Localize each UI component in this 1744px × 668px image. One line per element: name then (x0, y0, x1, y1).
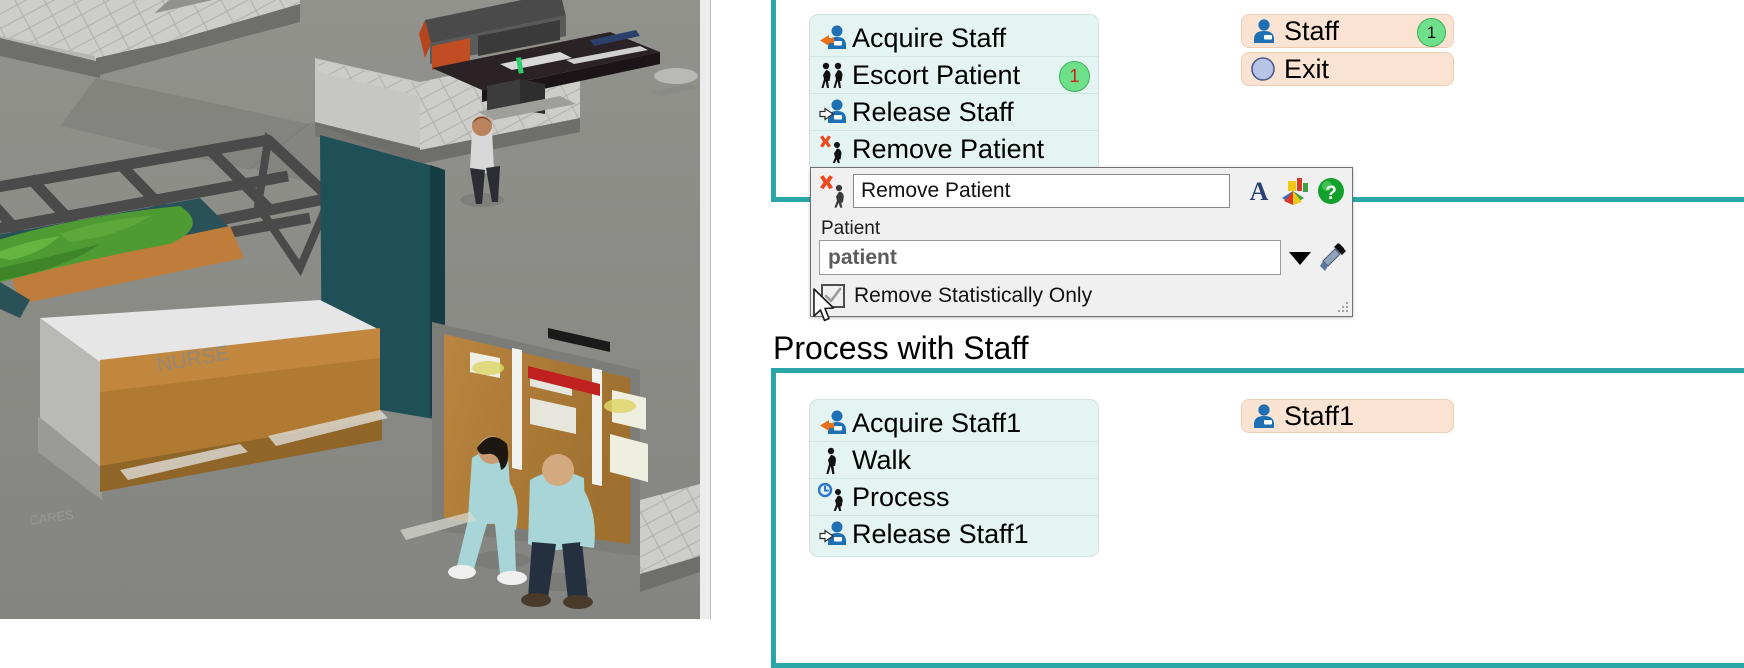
action-label: Escort Patient (852, 60, 1021, 90)
action-label: Acquire Staff1 (852, 407, 1022, 438)
resource-exit[interactable]: Exit (1241, 52, 1454, 86)
resource-staff1[interactable]: Staff1 (1241, 399, 1454, 433)
escort-patient-icon (818, 61, 848, 89)
action-label: Release Staff (852, 97, 1014, 127)
properties-dialog[interactable]: Remove Patient A ? Patient patient Remov… (810, 167, 1353, 317)
chart-colors-icon[interactable] (1280, 175, 1310, 207)
action-label: Walk (852, 445, 911, 475)
resource-staff[interactable]: Staff 1 (1241, 14, 1454, 48)
action-row-escort-patient[interactable]: Escort Patient 1 (810, 56, 1098, 93)
resource-count-badge: 1 (1417, 18, 1446, 47)
font-style-icon[interactable]: A (1244, 175, 1274, 207)
remove-statistically-only-row[interactable]: Remove Statistically Only (821, 284, 1092, 308)
patient-combo-value: patient (828, 245, 897, 269)
action-label: Acquire Staff (852, 22, 1007, 53)
field-label-patient: Patient (821, 218, 881, 239)
resource-label: Staff1 (1284, 401, 1355, 431)
action-block-bottom[interactable]: Acquire Staff1 Walk Process Release Staf… (809, 399, 1099, 557)
acquire-staff-icon (818, 24, 848, 52)
action-row-remove-patient[interactable]: Remove Patient (810, 130, 1098, 167)
remove-statistically-only-label: Remove Statistically Only (854, 284, 1093, 307)
release-staff-icon (818, 98, 848, 126)
eyedropper-icon[interactable] (1319, 240, 1349, 274)
action-row-acquire-staff[interactable]: Acquire Staff (810, 19, 1098, 56)
view-splitter[interactable] (700, 0, 711, 619)
action-row-release-staff[interactable]: Release Staff (810, 93, 1098, 130)
action-row-process[interactable]: Process (810, 478, 1098, 515)
remove-patient-icon (817, 174, 853, 208)
resource-label: Staff (1284, 16, 1340, 46)
walk-icon (818, 446, 848, 474)
patient-combo-input[interactable]: patient (819, 240, 1281, 275)
section-title-process-with-staff: Process with Staff (773, 330, 1029, 366)
app-window: NURSE CARES Process with Staff Acquire S… (0, 0, 1744, 668)
3d-scene: NURSE CARES (0, 0, 700, 619)
action-label: Release Staff1 (852, 519, 1029, 549)
dialog-header: Remove Patient A ? (811, 168, 1352, 214)
action-row-acquire-staff1[interactable]: Acquire Staff1 (810, 404, 1098, 441)
staff-resource-icon (1250, 18, 1278, 44)
svg-text:A: A (1250, 177, 1269, 206)
resource-label: Exit (1284, 54, 1330, 84)
action-label: Process (852, 482, 950, 512)
3d-simulation-view[interactable]: NURSE CARES (0, 0, 700, 619)
acquire-staff-icon (818, 409, 848, 437)
chevron-down-icon[interactable] (1289, 252, 1311, 265)
element-name-input[interactable]: Remove Patient (853, 174, 1230, 208)
release-staff-icon (818, 520, 848, 548)
exit-node-icon (1250, 56, 1278, 82)
element-name-value: Remove Patient (861, 179, 1011, 202)
remove-patient-icon (818, 135, 848, 164)
action-block-top[interactable]: Acquire Staff Escort Patient 1 Release S… (809, 14, 1099, 172)
process-icon (817, 482, 848, 511)
staff-resource-icon (1250, 403, 1278, 429)
resize-grip-icon[interactable] (1337, 301, 1349, 313)
action-label: Remove Patient (852, 134, 1045, 164)
action-row-walk[interactable]: Walk (810, 441, 1098, 478)
action-row-release-staff1[interactable]: Release Staff1 (810, 515, 1098, 552)
remove-statistically-only-checkbox[interactable] (821, 284, 845, 308)
action-count-badge: 1 (1059, 61, 1090, 92)
help-icon[interactable]: ? (1316, 175, 1346, 207)
svg-text:?: ? (1325, 183, 1337, 204)
